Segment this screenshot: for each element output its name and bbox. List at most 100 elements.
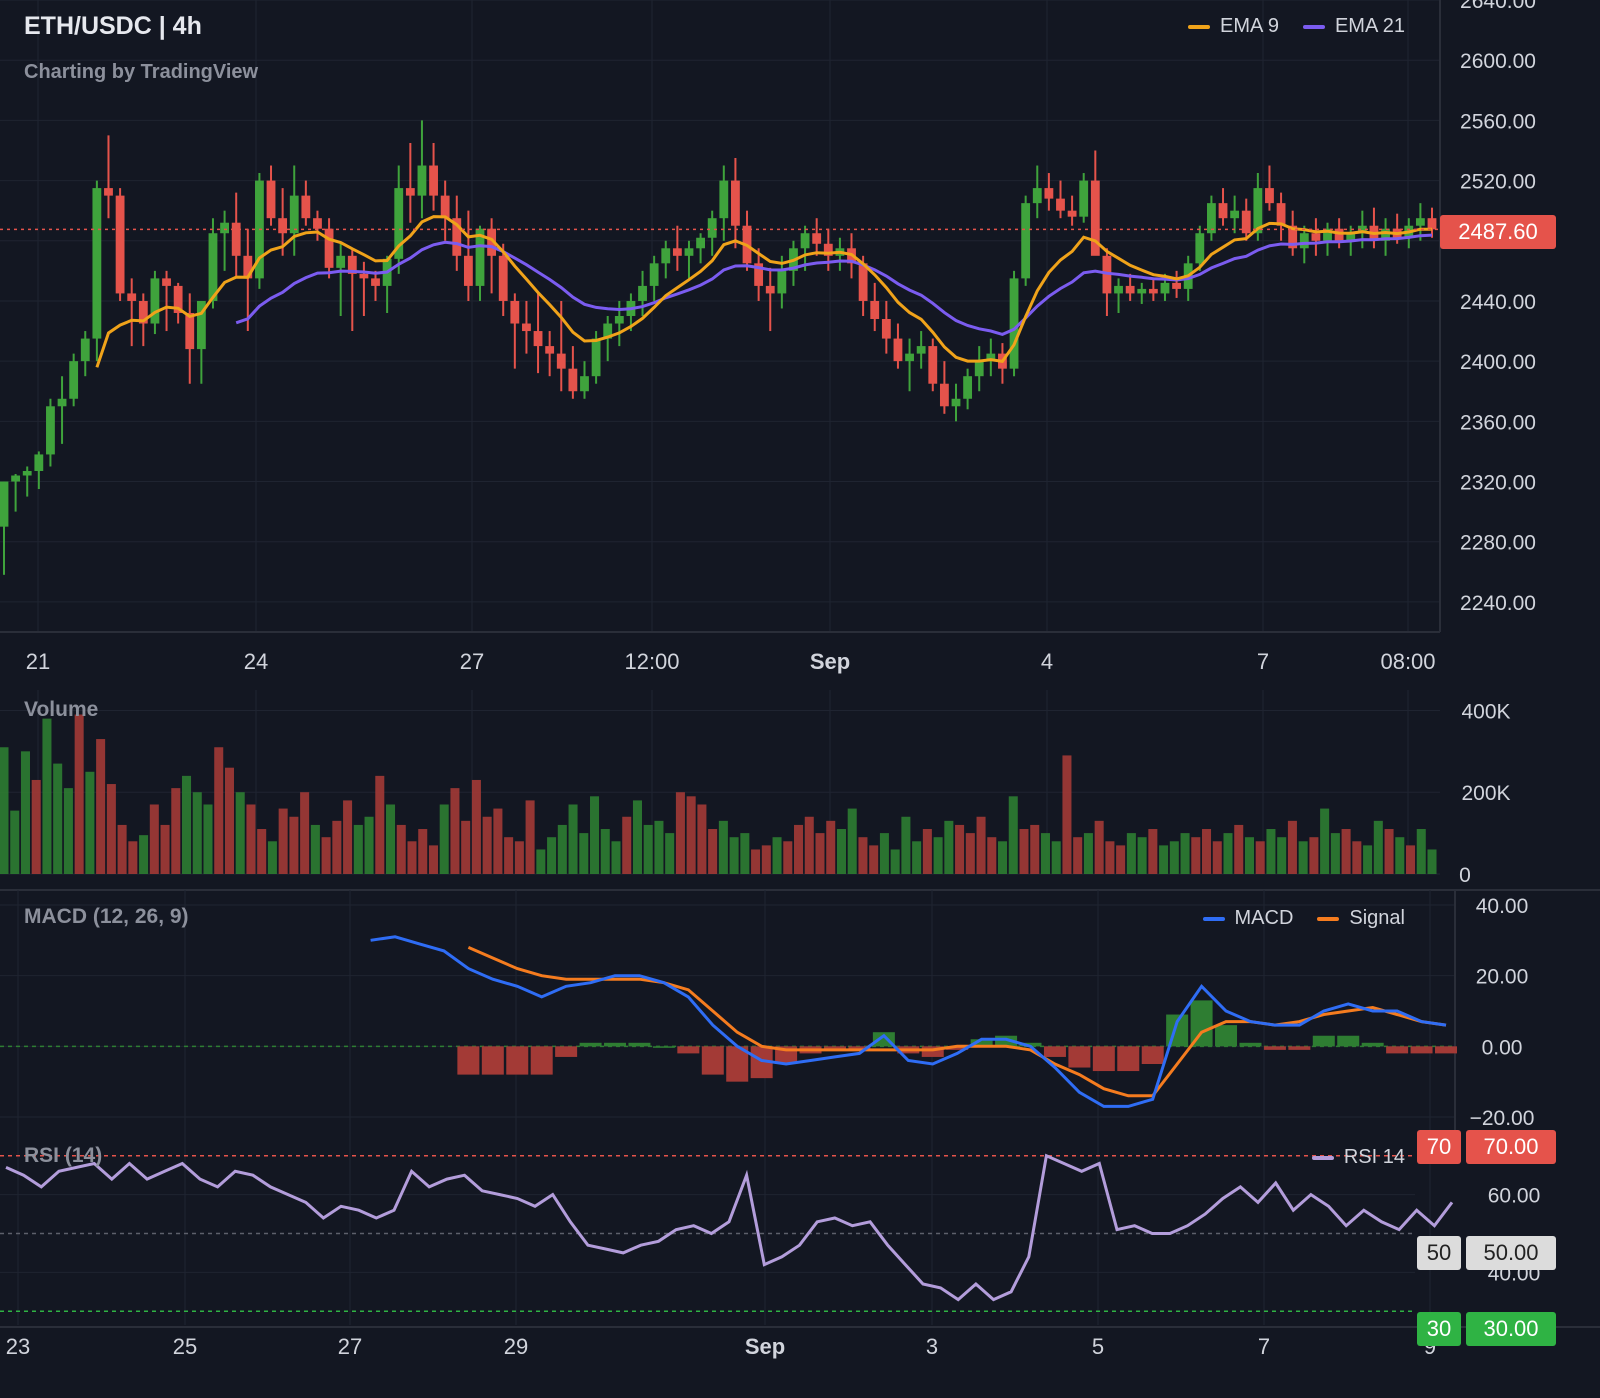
price-y-tick: 2600.00 [1460,50,1536,73]
macd-panel-label: MACD (12, 26, 9) [24,905,189,928]
candle-body [522,323,531,332]
rsi-x-tick: 29 [504,1334,528,1359]
price-legend: EMA 9 EMA 21 [1188,15,1405,38]
candle-body [22,470,32,476]
candle-body [858,263,868,301]
candle-body [974,361,984,377]
candle-body [800,233,810,249]
price-y-axis: 2640.002600.002560.002520.002480.002440.… [1460,0,1536,615]
volume-bar [643,824,653,874]
price-y-tick: 2280.00 [1460,532,1536,555]
volume-bar [869,845,879,874]
volume-bar [1384,829,1394,874]
candle-body [638,285,647,301]
volume-bar [783,841,793,874]
price-x-tick: 7 [1257,649,1269,674]
macd-histogram-bar [604,1042,627,1047]
volume-bar [235,792,245,874]
volume-bars [0,714,1437,874]
volume-bar [1180,833,1190,874]
volume-bar [794,824,804,874]
volume-bar [1105,841,1115,874]
candle-body [672,248,682,256]
macd-legend: MACD Signal [1202,907,1405,930]
volume-bar [343,800,353,874]
volume-bar [1395,837,1405,874]
signal-line [467,946,1447,1098]
candle-body [185,312,195,350]
candle-body [1032,188,1042,204]
candle-body [1265,188,1274,204]
price-x-tick: 12:00 [624,649,679,674]
price-candles [0,120,1437,575]
volume-bar [353,824,363,874]
candle-body [1218,203,1228,219]
price-y-tick: 2320.00 [1460,472,1536,495]
rsi-upper-tag-right: 70.00 [1466,1130,1556,1164]
candle-body [963,376,973,399]
price-x-tick: Sep [810,649,850,674]
volume-bar [1416,829,1426,874]
rsi-panel-label: RSI (14) [24,1144,103,1167]
volume-bar [1202,829,1212,874]
volume-bar [407,841,417,874]
candle-body [1334,228,1344,241]
price-x-tick: 24 [244,649,268,674]
volume-bar [1330,833,1340,874]
candle-body [1009,278,1019,369]
volume-bar [482,816,492,874]
volume-bar [63,788,73,874]
rsi-lower-tag-left: 30 [1417,1312,1461,1346]
macd-y-tick: 40.00 [1476,895,1529,918]
macd-y-tick: 0.00 [1482,1036,1523,1059]
candle-body [498,255,508,301]
volume-bar [1287,820,1297,874]
price-y-tick: 2640.00 [1460,0,1536,13]
chart-credit: Charting by TradingView [24,61,259,83]
price-y-tick: 2560.00 [1460,110,1536,133]
volume-bar [912,841,922,874]
volume-bar [1159,845,1169,874]
volume-bar [965,833,975,874]
candle-body [417,165,427,196]
rsi-x-tick: Sep [745,1334,785,1359]
volume-bar [1094,820,1104,874]
volume-bar [579,833,589,874]
volume-bar [525,800,535,874]
volume-bar [53,763,63,874]
volume-bar [1137,837,1147,874]
candle-body [80,338,90,362]
macd-histogram-bar [1410,1046,1433,1054]
macd-histogram-bar [1337,1035,1360,1047]
volume-bar [139,835,149,874]
candle-body [1056,198,1065,211]
macd-y-axis: 40.00 20.00 0.00 −20.00 [1470,895,1535,1130]
macd-histogram-bar [1190,1000,1213,1047]
candle-body [533,331,543,347]
volume-bar [1277,837,1287,874]
macd-histogram-bar [1312,1035,1335,1047]
last-price-tag: 2487.60 [1440,215,1556,249]
volume-bar [160,824,170,874]
volume-bar [611,841,621,874]
volume-bar [504,837,514,874]
rsi-y-axis: 60.0040.00 [1488,1185,1541,1286]
volume-bar [568,804,578,874]
macd-histogram-bar [1117,1046,1140,1072]
volume-bar [278,808,288,874]
volume-bar [536,849,546,874]
volume-bar [632,800,642,874]
rsi-legend: RSI 14 [1311,1146,1405,1169]
volume-bar [675,792,685,874]
volume-bar [1212,841,1222,874]
candle-body [429,165,438,196]
volume-bar [836,829,846,874]
volume-bar [708,829,718,874]
legend-swatch [1188,24,1211,29]
candle-body [127,293,137,301]
candle-body [336,255,346,268]
rsi-x-tick: 7 [1258,1334,1270,1359]
volume-bar [729,837,739,874]
volume-bar [257,829,267,874]
volume-bar [1427,849,1437,874]
